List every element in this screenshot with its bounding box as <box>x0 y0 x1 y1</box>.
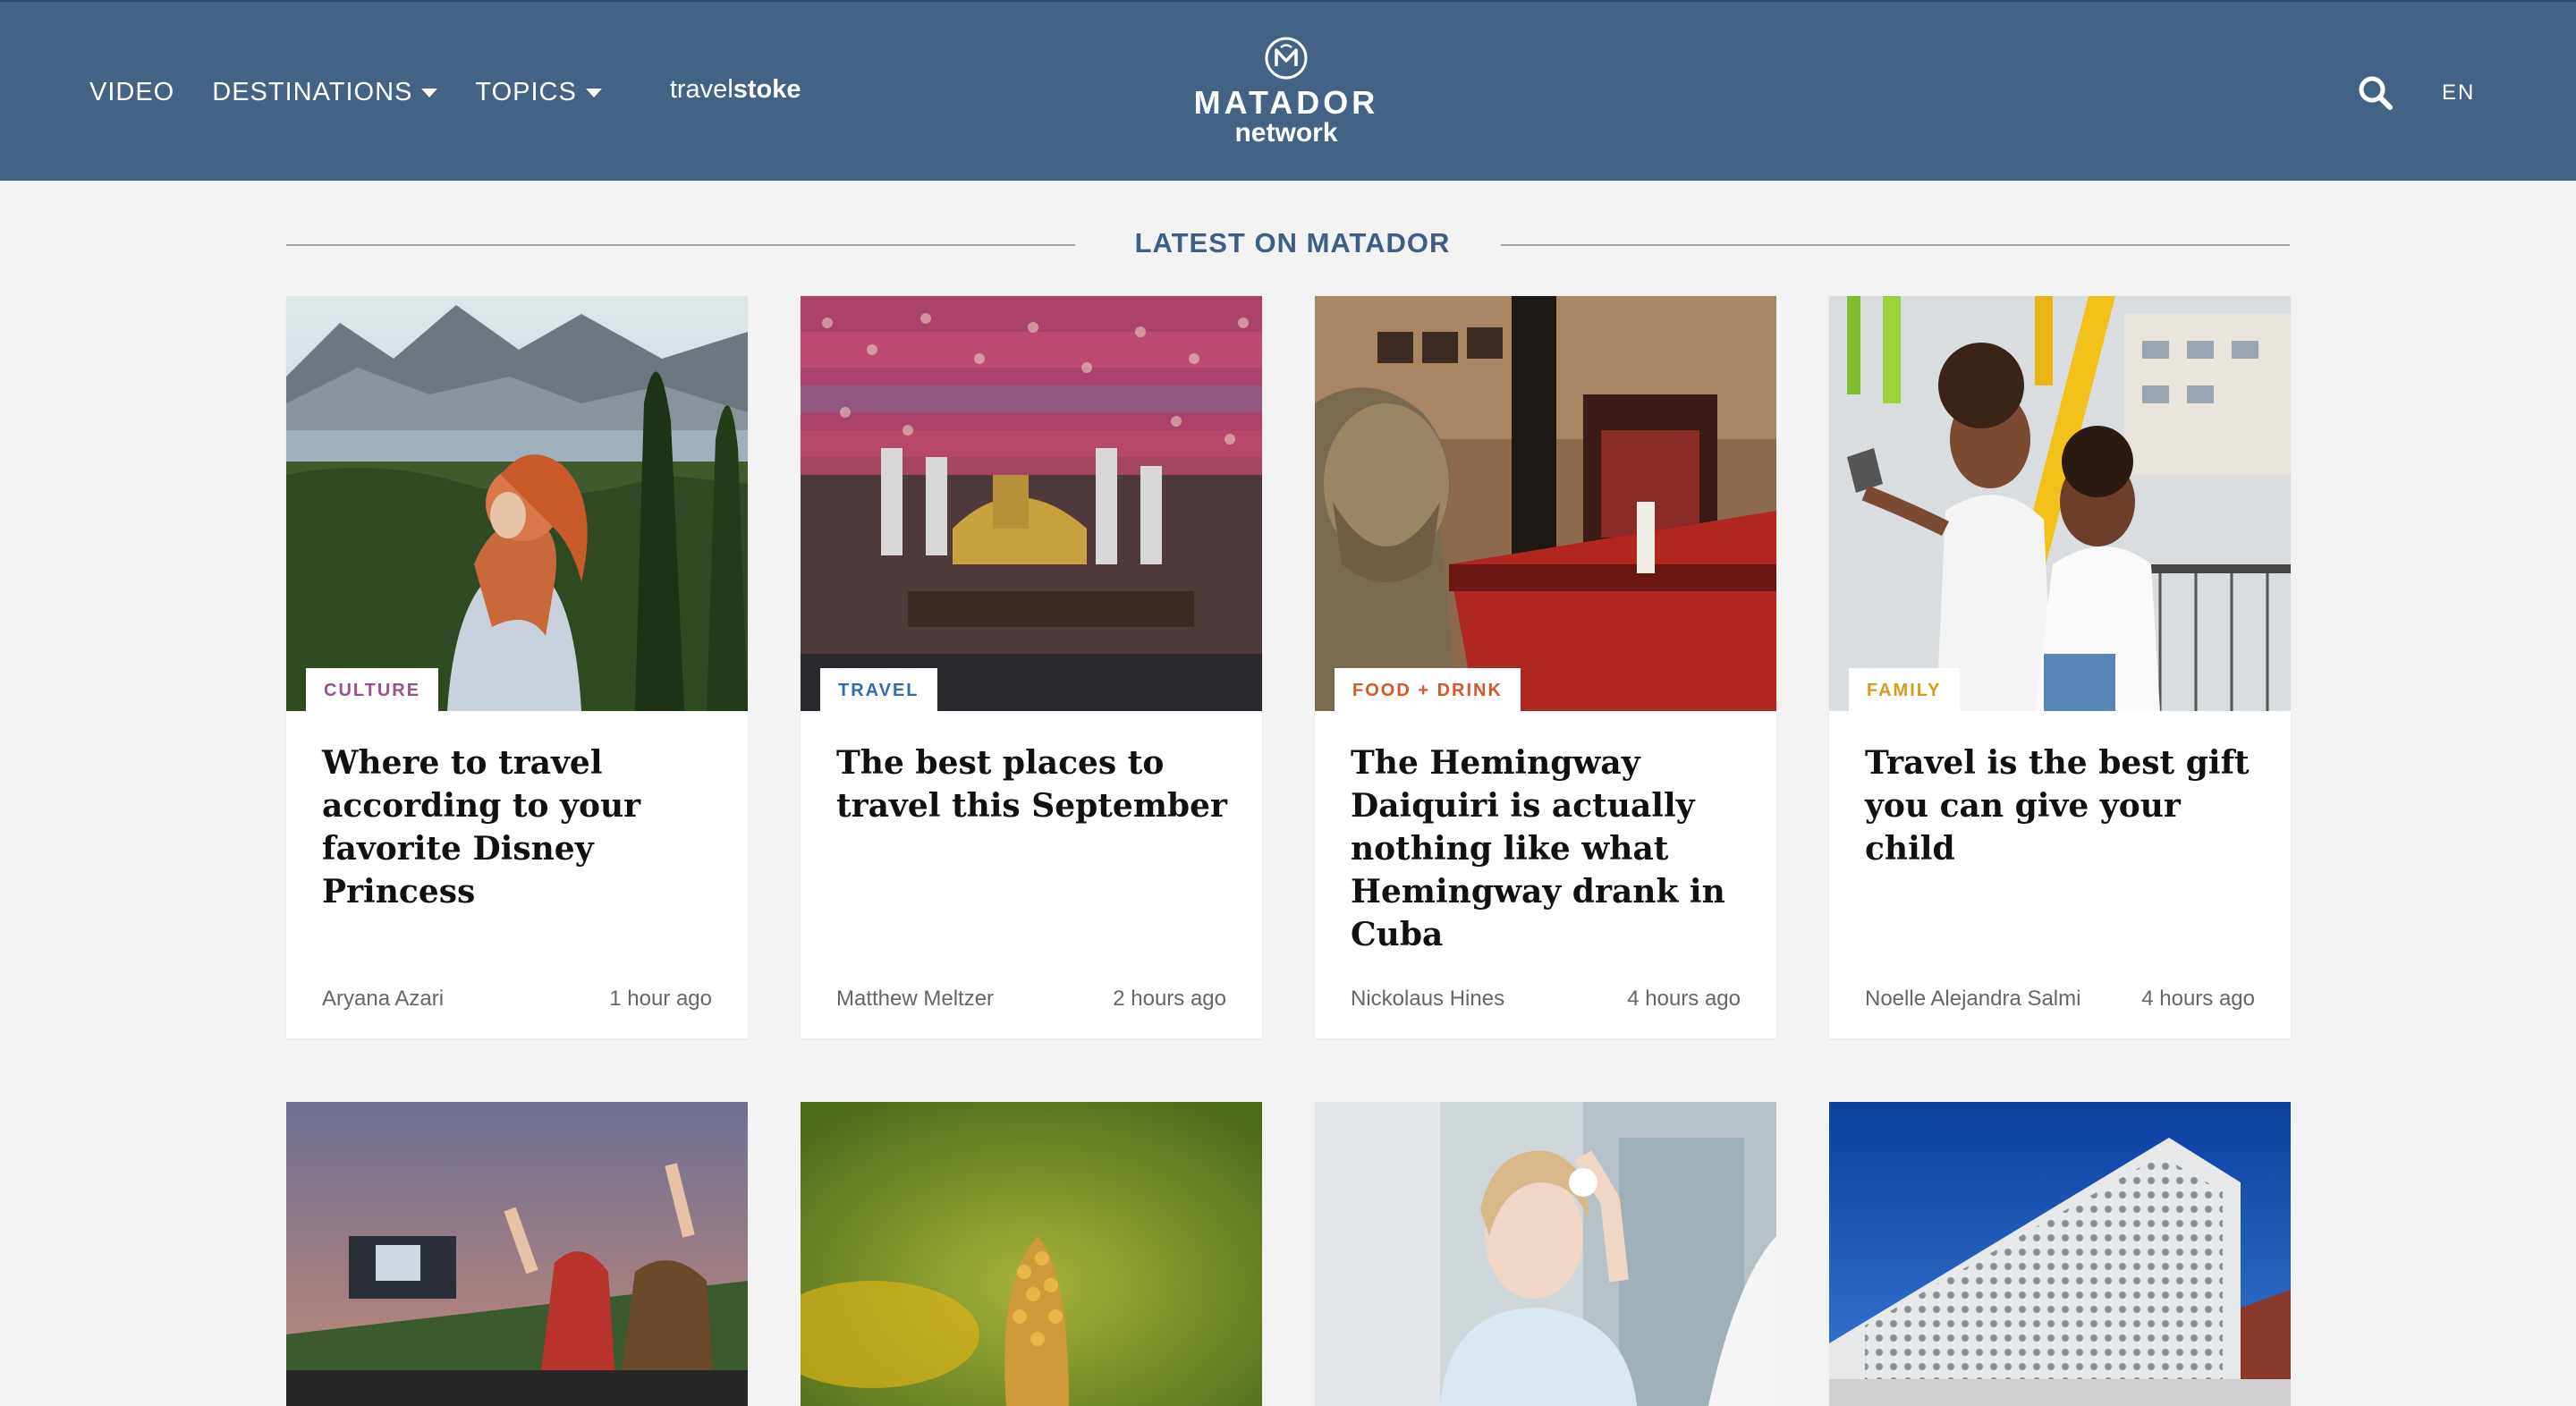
article-card[interactable]: CULTURE Where to travel according to you… <box>286 296 748 1038</box>
nav-video[interactable]: VIDEO <box>89 78 174 107</box>
category-tag[interactable]: FOOD + DRINK <box>1335 668 1521 711</box>
article-image[interactable] <box>1315 1102 1776 1406</box>
article-title[interactable]: Where to travel according to your favori… <box>322 741 716 913</box>
category-tag[interactable]: CULTURE <box>306 668 439 711</box>
article-image[interactable] <box>801 1102 1262 1406</box>
section-title: LATEST ON MATADOR <box>1134 227 1451 258</box>
language-selector[interactable]: EN <box>2442 80 2475 106</box>
article-title[interactable]: The Hemingway Daiquiri is actually nothi… <box>1351 741 1744 956</box>
article-meta: Noelle Alejandra Salmi 4 hours ago <box>1865 987 2255 1012</box>
article-image[interactable]: FOOD + DRINK <box>1315 296 1776 711</box>
article-author[interactable]: Nickolaus Hines <box>1351 987 1504 1012</box>
article-image[interactable]: CULTURE <box>286 296 748 711</box>
nav-video-label: VIDEO <box>89 77 175 106</box>
caret-down-icon <box>585 89 602 97</box>
site-header: VIDEO DESTINATIONS TOPICS travelstoke MA… <box>0 0 2576 181</box>
category-tag[interactable]: TRAVEL <box>820 668 937 711</box>
logo-title: MATADOR <box>1193 84 1379 121</box>
section-divider-left <box>286 244 1075 246</box>
nav-topics-label: TOPICS <box>475 77 577 106</box>
article-meta: Nickolaus Hines 4 hours ago <box>1351 987 1741 1012</box>
nav-topics[interactable]: TOPICS <box>475 77 602 107</box>
article-meta: Aryana Azari 1 hour ago <box>322 987 712 1012</box>
nav-destinations[interactable]: DESTINATIONS <box>212 77 438 107</box>
article-time: 4 hours ago <box>1627 987 1741 1011</box>
search-icon[interactable] <box>2358 75 2394 111</box>
travelstoke-link[interactable]: travelstoke <box>670 75 801 105</box>
caret-down-icon <box>421 89 438 97</box>
article-image[interactable] <box>286 1102 748 1406</box>
article-time: 2 hours ago <box>1113 987 1226 1011</box>
article-card[interactable]: TRAVEL The best places to travel this Se… <box>801 296 1262 1038</box>
main-nav: VIDEO DESTINATIONS TOPICS travelstoke <box>89 2 801 182</box>
article-image[interactable]: FAMILY <box>1829 296 2291 711</box>
article-card[interactable]: FAMILY Travel is the best gift you can g… <box>1829 296 2291 1038</box>
article-title[interactable]: The best places to travel this September <box>836 741 1230 827</box>
travelstoke-part1: travel <box>669 74 733 104</box>
article-image[interactable]: TRAVEL <box>801 296 1262 711</box>
matador-logo-icon <box>1265 37 1308 80</box>
article-meta: Matthew Meltzer 2 hours ago <box>836 987 1226 1012</box>
article-time: 1 hour ago <box>609 987 712 1011</box>
category-tag[interactable]: FAMILY <box>1849 668 1960 711</box>
article-author[interactable]: Noelle Alejandra Salmi <box>1865 987 2080 1012</box>
article-author[interactable]: Aryana Azari <box>322 987 444 1012</box>
article-card[interactable]: FOOD + DRINK The Hemingway Daiquiri is a… <box>1315 296 1776 1038</box>
article-author[interactable]: Matthew Meltzer <box>836 987 994 1012</box>
site-logo[interactable]: MATADOR network <box>1188 36 1385 147</box>
nav-destinations-label: DESTINATIONS <box>212 77 413 106</box>
logo-subtitle: network <box>1234 118 1338 148</box>
article-image[interactable] <box>1829 1102 2291 1406</box>
article-time: 4 hours ago <box>2141 987 2255 1011</box>
section-divider-right <box>1501 244 2290 246</box>
travelstoke-part2: stoke <box>733 74 801 104</box>
article-title[interactable]: Travel is the best gift you can give you… <box>1865 741 2258 870</box>
